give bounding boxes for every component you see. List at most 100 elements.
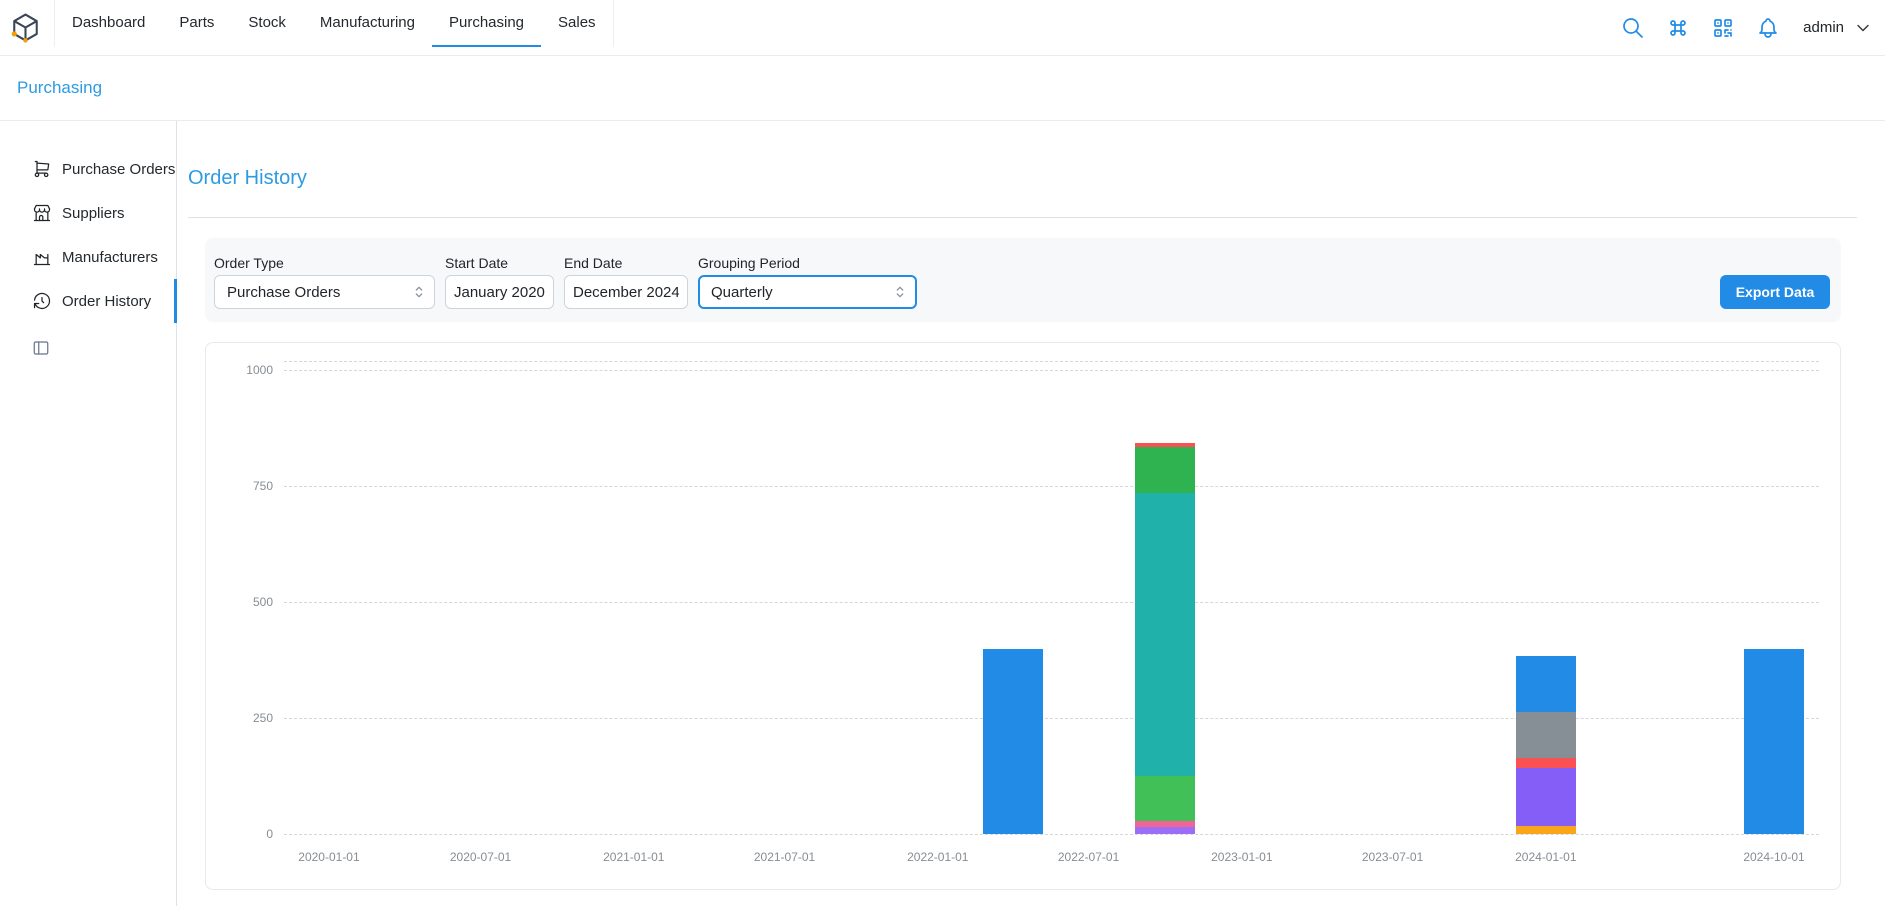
grouping-period-label: Grouping Period — [698, 255, 917, 271]
nav-tab-sales[interactable]: Sales — [541, 0, 613, 47]
bar-segment[interactable] — [1516, 656, 1576, 712]
selector-icon — [411, 284, 427, 300]
bar-segment[interactable] — [1516, 758, 1576, 769]
main-nav: DashboardPartsStockManufacturingPurchasi… — [54, 0, 614, 47]
start-date-label: Start Date — [445, 255, 554, 271]
header-actions: admin — [1621, 16, 1885, 40]
building-store-icon — [32, 203, 52, 223]
filter-panel: Order Type Purchase Orders Start Date En… — [205, 238, 1841, 322]
grouping-period-select[interactable]: Quarterly — [698, 275, 917, 309]
search-icon — [1621, 16, 1645, 40]
bar-segment[interactable] — [1135, 443, 1195, 448]
collapse-sidebar-button[interactable] — [32, 339, 50, 357]
bar-segment[interactable] — [1135, 821, 1195, 827]
y-axis-tick-label: 500 — [253, 595, 273, 609]
app-logo[interactable] — [10, 12, 41, 43]
factory-icon — [32, 247, 52, 267]
end-date-input[interactable] — [564, 275, 688, 309]
bell-icon — [1756, 16, 1780, 40]
chart-bar-2024-01-01[interactable] — [1516, 361, 1576, 834]
bar-segment[interactable] — [1516, 826, 1576, 834]
nav-tab-stock[interactable]: Stock — [231, 0, 303, 47]
start-date-field: Start Date — [445, 255, 554, 309]
y-axis-tick-label: 0 — [266, 827, 273, 841]
shopping-cart-icon — [32, 159, 52, 179]
selector-icon — [892, 284, 908, 300]
grouping-period-value: Quarterly — [711, 284, 773, 301]
qrcode-icon — [1711, 16, 1735, 40]
sidebar-items: Purchase Orders Suppliers Manufacturers Ord… — [0, 147, 177, 323]
export-data-button[interactable]: Export Data — [1720, 275, 1830, 309]
x-axis-tick-label: 2022-07-01 — [1058, 850, 1119, 864]
nav-tab-parts[interactable]: Parts — [162, 0, 231, 47]
end-date-field: End Date — [564, 255, 688, 309]
barcode-scan-button[interactable] — [1711, 16, 1735, 40]
chart-bar-2024-10-01[interactable] — [1744, 361, 1804, 834]
sidebar-item-suppliers[interactable]: Suppliers — [0, 191, 177, 235]
x-axis-tick-label: 2021-01-01 — [603, 850, 664, 864]
sidebar-item-label: Suppliers — [62, 205, 125, 222]
app-header: DashboardPartsStockManufacturingPurchasi… — [0, 0, 1885, 56]
y-axis-tick-label: 250 — [253, 711, 273, 725]
plot-top-gridline — [284, 361, 1819, 362]
y-gridline — [284, 718, 1819, 719]
chart-bar-2022-04-01[interactable] — [983, 361, 1043, 834]
sidebar-item-purchase-orders[interactable]: Purchase Orders — [0, 147, 177, 191]
x-axis-tick-label: 2020-07-01 — [450, 850, 511, 864]
y-axis-tick-label: 1000 — [246, 363, 273, 377]
inventree-logo-icon — [10, 12, 41, 43]
end-date-label: End Date — [564, 255, 688, 271]
body-row: Purchase Orders Suppliers Manufacturers Ord… — [0, 121, 1885, 906]
bar-segment[interactable] — [983, 649, 1043, 834]
bar-segment[interactable] — [1135, 827, 1195, 834]
order-type-select[interactable]: Purchase Orders — [214, 275, 435, 309]
order-type-field: Order Type Purchase Orders — [214, 255, 435, 309]
x-axis-tick-label: 2021-07-01 — [754, 850, 815, 864]
y-axis-tick-label: 750 — [253, 479, 273, 493]
bar-segment[interactable] — [1135, 447, 1195, 492]
user-menu[interactable]: admin — [1803, 18, 1873, 38]
nav-tab-dashboard[interactable]: Dashboard — [55, 0, 162, 47]
start-date-input[interactable] — [445, 275, 554, 309]
chart-plot: 025050075010002020-01-012020-07-012021-0… — [284, 361, 1819, 834]
breadcrumb: Purchasing — [0, 56, 1885, 121]
nav-tab-manufacturing[interactable]: Manufacturing — [303, 0, 432, 47]
order-type-label: Order Type — [214, 255, 435, 271]
sidebar-item-manufacturers[interactable]: Manufacturers — [0, 235, 177, 279]
y-gridline — [284, 602, 1819, 603]
notifications-button[interactable] — [1756, 16, 1780, 40]
chevron-down-icon — [1853, 18, 1873, 38]
x-axis-tick-label: 2024-01-01 — [1515, 850, 1576, 864]
sidebar-item-order-history[interactable]: Order History — [0, 279, 177, 323]
order-type-value: Purchase Orders — [227, 284, 340, 301]
x-axis-tick-label: 2020-01-01 — [298, 850, 359, 864]
breadcrumb-item-purchasing[interactable]: Purchasing — [17, 78, 102, 98]
x-axis-tick-label: 2023-07-01 — [1362, 850, 1423, 864]
y-gridline — [284, 486, 1819, 487]
user-name: admin — [1803, 19, 1844, 36]
y-gridline — [284, 834, 1819, 835]
bar-segment[interactable] — [1516, 768, 1576, 826]
title-divider — [188, 217, 1857, 218]
nav-tab-purchasing[interactable]: Purchasing — [432, 0, 541, 47]
bar-segment[interactable] — [1135, 776, 1195, 821]
x-axis-tick-label: 2024-10-01 — [1743, 850, 1804, 864]
bar-segment[interactable] — [1744, 649, 1804, 834]
history-icon — [32, 291, 52, 311]
sidebar: Purchase Orders Suppliers Manufacturers Ord… — [0, 121, 177, 906]
bar-segment[interactable] — [1135, 493, 1195, 776]
page-root: DashboardPartsStockManufacturingPurchasi… — [0, 0, 1885, 906]
spotlight-button[interactable] — [1666, 16, 1690, 40]
sidebar-item-label: Purchase Orders — [62, 161, 175, 178]
bar-segment[interactable] — [1516, 712, 1576, 757]
x-axis-tick-label: 2023-01-01 — [1211, 850, 1272, 864]
y-gridline — [284, 370, 1819, 371]
main-content: Order History Order Type Purchase Orders… — [177, 121, 1885, 906]
sidebar-item-label: Manufacturers — [62, 249, 158, 266]
search-button[interactable] — [1621, 16, 1645, 40]
x-axis-tick-label: 2022-01-01 — [907, 850, 968, 864]
order-history-chart-card: 0 250 500 750 1000 2020-01-01 2020-07-01 2021-0… — [205, 342, 1841, 890]
grouping-period-field: Grouping Period Quarterly — [698, 255, 917, 309]
chart-bar-2022-10-01[interactable] — [1135, 361, 1195, 834]
collapse-panel-icon — [32, 339, 50, 357]
